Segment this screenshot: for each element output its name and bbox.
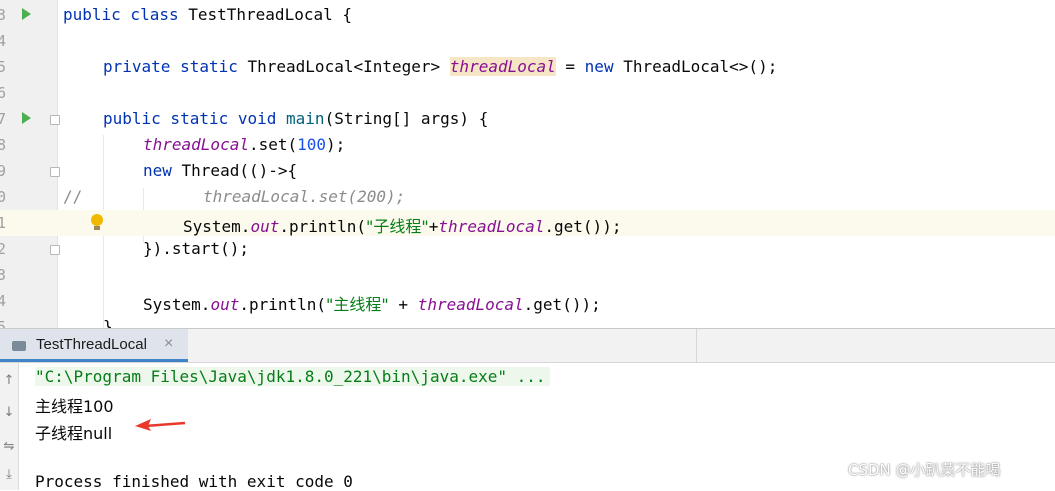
code-text: } (103, 317, 113, 328)
console-output-child: 子线程null (35, 424, 113, 443)
lightbulb-icon[interactable] (91, 214, 103, 230)
fold-marker-icon[interactable] (50, 167, 60, 177)
line-number: 5 (0, 58, 7, 76)
console-command-line: "C:\Program Files\Java\jdk1.8.0_221\bin\… (35, 367, 550, 386)
code-line[interactable]: 8 threadLocal.set(100); (0, 132, 1055, 158)
code-line[interactable]: 4 (0, 28, 1055, 54)
fold-marker-icon[interactable] (50, 245, 60, 255)
line-number: 9 (0, 162, 7, 180)
code-line[interactable]: 5 private static ThreadLocal<Integer> th… (0, 54, 1055, 80)
java-command: "C:\Program Files\Java\jdk1.8.0_221\bin\… (35, 367, 550, 386)
line-number: 4 (0, 32, 7, 50)
code-line[interactable]: 5 } (0, 314, 1055, 328)
line-number: 3 (0, 266, 7, 284)
console-toolbar: ↑ ↓ ⇋ ⤓ (0, 363, 19, 490)
current-code-line[interactable]: 1 System.out.println("子线程"+threadLocal.g… (0, 210, 1055, 236)
code-line[interactable]: 3 (0, 262, 1055, 288)
tab-bar-separator (696, 329, 697, 362)
line-number: 4 (0, 292, 7, 310)
code-text: }).start(); (143, 239, 249, 258)
console-output-main: 主线程100 (35, 397, 114, 416)
line-number: 5 (0, 318, 7, 328)
line-number: 8 (0, 136, 7, 154)
wrap-icon[interactable]: ⇋ (3, 440, 15, 453)
run-tool-window-header: TestThreadLocal × (0, 329, 1055, 363)
annotation-arrow-icon (135, 419, 186, 431)
code-line[interactable]: 7 public static void main(String[] args)… (0, 106, 1055, 132)
arrow-up-icon[interactable]: ↑ (3, 374, 15, 387)
code-text: threadLocal.set(100); (143, 135, 346, 154)
run-config-icon (12, 341, 26, 351)
code-text: public static void main(String[] args) { (103, 109, 489, 128)
code-line[interactable]: 2 }).start(); (0, 236, 1055, 262)
close-icon[interactable]: × (164, 335, 173, 353)
code-text: public class TestThreadLocal { (63, 5, 352, 24)
run-main-icon[interactable] (22, 112, 31, 124)
highlighted-field: threadLocal (449, 57, 556, 76)
line-number: 2 (0, 240, 7, 258)
console-exit-message: Process finished with exit code 0 (35, 472, 353, 491)
run-tab[interactable]: TestThreadLocal × (0, 329, 188, 362)
code-text: System.out.println("主线程" + threadLocal.g… (143, 295, 601, 314)
scroll-end-icon[interactable]: ⤓ (3, 468, 15, 481)
code-text: private static ThreadLocal<Integer> thre… (103, 57, 778, 76)
line-number: 6 (0, 84, 7, 102)
code-line[interactable]: 0 // threadLocal.set(200); (0, 184, 1055, 210)
run-tab-label: TestThreadLocal (36, 336, 147, 353)
arrow-down-icon[interactable]: ↓ (3, 406, 15, 419)
code-text: new Thread(()->{ (143, 161, 298, 180)
line-number: 1 (0, 214, 7, 232)
fold-marker-icon[interactable] (50, 115, 60, 125)
code-editor[interactable]: 3 public class TestThreadLocal { 4 5 pri… (0, 0, 1055, 328)
line-number: 7 (0, 110, 7, 128)
code-line[interactable]: 4 System.out.println("主线程" + threadLocal… (0, 288, 1055, 314)
commented-code: threadLocal.set(200); (203, 187, 406, 206)
comment-slashes: // (63, 187, 83, 206)
line-number: 0 (0, 188, 7, 206)
code-text: System.out.println("子线程"+threadLocal.get… (183, 217, 622, 236)
line-number: 3 (0, 6, 7, 24)
code-line[interactable]: 9 new Thread(()->{ (0, 158, 1055, 184)
code-line[interactable]: 3 public class TestThreadLocal { (0, 2, 1055, 28)
watermark: CSDN @小趴菜不能喝 (848, 461, 1001, 479)
run-class-icon[interactable] (22, 8, 31, 20)
code-line[interactable]: 6 (0, 80, 1055, 106)
